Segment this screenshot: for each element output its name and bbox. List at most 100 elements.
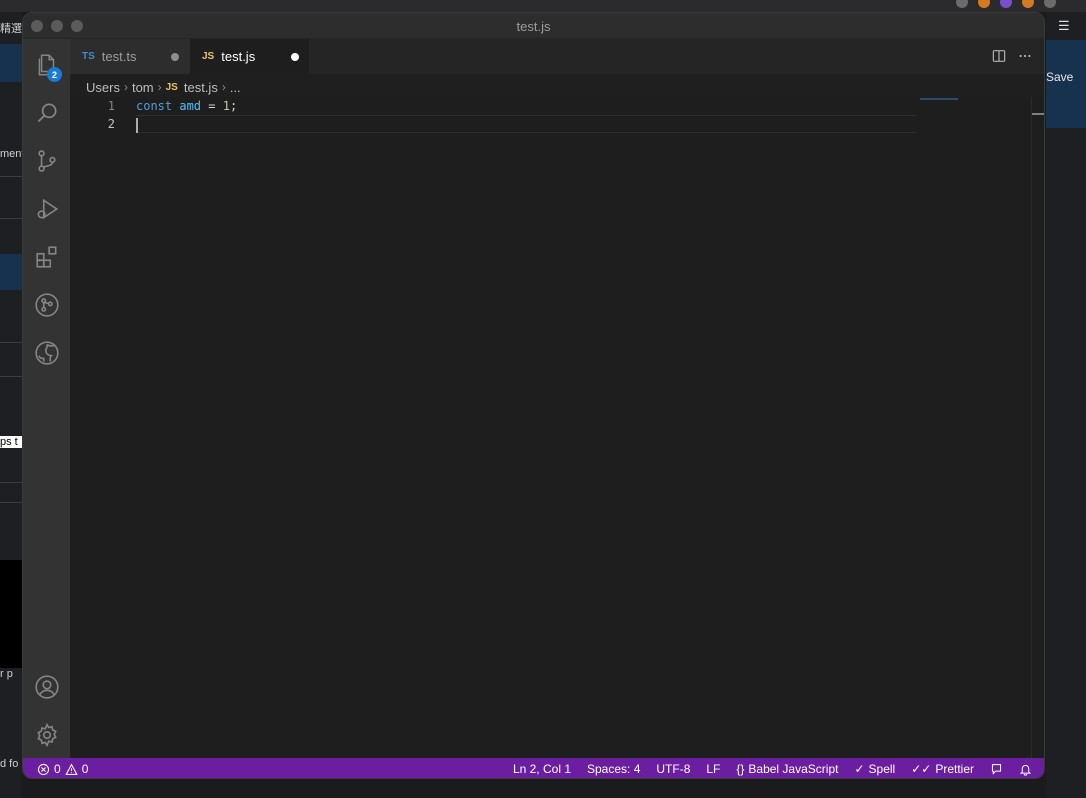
tab-test-js[interactable]: JS test.js [190, 39, 309, 74]
github-icon [34, 341, 59, 365]
editor-actions [992, 49, 1032, 63]
run-debug-button[interactable] [23, 185, 70, 233]
line-number: 1 [107, 99, 115, 113]
background-text: d fo [0, 758, 19, 770]
chevron-right-icon: › [221, 80, 226, 94]
breadcrumb-item[interactable]: tom [132, 80, 154, 95]
chevron-right-icon: › [123, 80, 128, 94]
operator-token: = [201, 99, 223, 113]
extension-icon[interactable] [956, 0, 968, 8]
search-button[interactable] [23, 89, 70, 137]
background-text: 精選 [0, 23, 22, 35]
breadcrumb: Users › tom › JS test.js › ... [86, 78, 241, 96]
prettier-label: Prettier [935, 762, 974, 776]
extensions-button[interactable] [23, 233, 70, 281]
spell-check[interactable]: ✓ Spell [854, 762, 895, 776]
overview-ruler-cursor [1032, 113, 1044, 115]
tab-label: test.ts [101, 49, 137, 64]
error-count: 0 [54, 762, 61, 776]
more-actions-icon[interactable] [1018, 49, 1032, 63]
git-graph-icon [34, 293, 59, 317]
error-icon [37, 763, 50, 775]
vertical-scrollbar[interactable] [1031, 97, 1032, 758]
editor-tab-bar: TS test.ts JS test.js [70, 39, 1044, 74]
title-bar: test.js [23, 13, 1044, 39]
check-icon: ✓ [854, 762, 865, 776]
background-text: ps t [0, 436, 22, 448]
language-label: Babel JavaScript [748, 762, 839, 776]
background-text: ment [0, 148, 22, 160]
source-control-button[interactable] [23, 137, 70, 185]
cursor-position[interactable]: Ln 2, Col 1 [513, 762, 571, 776]
encoding[interactable]: UTF-8 [656, 762, 690, 776]
line-number-gutter: 1 2 [70, 97, 115, 133]
run-debug-icon [37, 198, 58, 220]
account-icon [34, 675, 59, 699]
language-mode[interactable]: {} Babel JavaScript [736, 762, 838, 776]
code-line[interactable]: const amd = 1; [136, 97, 916, 115]
keyword-token: const [136, 99, 173, 113]
background-text: r p [0, 668, 13, 680]
explorer-button[interactable]: 2 [23, 41, 70, 89]
tab-test-ts[interactable]: TS test.ts [70, 39, 190, 74]
spell-label: Spell [868, 762, 896, 776]
bell-icon [1019, 764, 1032, 776]
warning-count: 0 [81, 762, 89, 776]
code-content[interactable]: const amd = 1; [136, 97, 916, 133]
background-divider [0, 502, 22, 503]
typescript-file-icon: TS [82, 51, 95, 62]
indentation[interactable]: Spaces: 4 [587, 762, 640, 776]
gear-icon [36, 722, 57, 748]
background-divider [0, 342, 22, 343]
feedback-icon [991, 763, 1002, 775]
background-band [0, 254, 22, 290]
status-bar: 0 0 Ln 2, Col 1 Spaces: 4 UTF-8 LF {} Ba… [23, 758, 1044, 778]
problems-indicator[interactable]: 0 0 [37, 762, 88, 776]
github-button[interactable] [23, 329, 70, 377]
background-left-page: 精選 ment ps t r p d fo [0, 12, 22, 798]
warning-icon [65, 763, 78, 775]
background-image [0, 560, 22, 668]
javascript-file-icon: JS [165, 81, 178, 93]
manage-button[interactable] [23, 711, 70, 759]
source-control-icon [37, 150, 56, 172]
background-save-button[interactable]: Save [1046, 70, 1073, 84]
git-graph-button[interactable] [23, 281, 70, 329]
prettier-status[interactable]: ✓✓ Prettier [911, 762, 974, 776]
accounts-button[interactable] [23, 663, 70, 711]
background-divider [0, 218, 22, 219]
breadcrumb-item[interactable]: Users [86, 80, 120, 95]
number-token: 1 [222, 99, 230, 113]
unsaved-dot-icon[interactable] [291, 53, 299, 61]
double-check-icon: ✓✓ [911, 762, 932, 776]
chevron-right-icon: › [157, 80, 162, 94]
background-divider [0, 376, 22, 377]
window-title: test.js [516, 19, 551, 34]
code-editor[interactable]: 1 2 const amd = 1; [70, 97, 1044, 758]
text-cursor [136, 118, 138, 133]
extensions-icon [35, 246, 56, 268]
search-icon [37, 103, 57, 123]
activity-bar: 2 [23, 39, 70, 758]
extension-icon[interactable] [1000, 0, 1012, 8]
end-of-line[interactable]: LF [706, 762, 720, 776]
minimap[interactable] [920, 98, 958, 100]
notifications-button[interactable] [1019, 763, 1032, 776]
browser-extension-icons [956, 0, 1056, 8]
unsaved-dot-icon[interactable] [171, 53, 179, 61]
code-line-current[interactable] [136, 115, 916, 133]
feedback-button[interactable] [990, 763, 1003, 776]
background-right-page: ☰ Save [1046, 12, 1086, 798]
split-editor-icon[interactable] [992, 49, 1006, 63]
background-divider [0, 176, 22, 177]
extension-icon[interactable] [1044, 0, 1056, 8]
background-band [0, 44, 22, 82]
vscode-window: test.js 2 TS test.ts JS test.js Users › … [22, 12, 1045, 779]
background-browser-toolbar [0, 0, 1086, 12]
extension-icon[interactable] [1022, 0, 1034, 8]
breadcrumb-item[interactable]: test.js [184, 80, 218, 95]
javascript-file-icon: JS [202, 51, 215, 62]
extension-icon[interactable] [978, 0, 990, 8]
breadcrumb-symbols[interactable]: ... [230, 80, 241, 95]
reading-list-icon[interactable]: ☰ [1058, 18, 1070, 34]
